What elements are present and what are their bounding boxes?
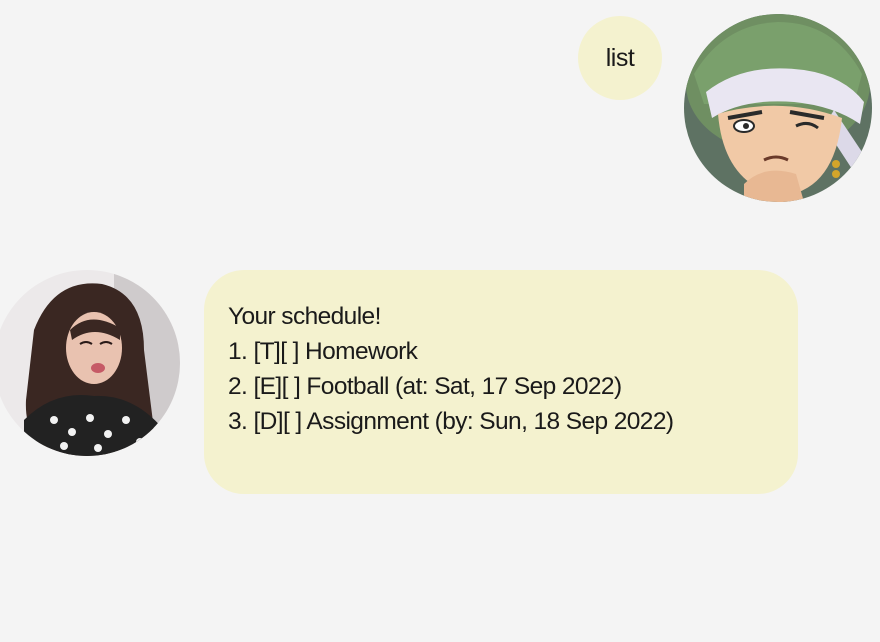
bot-message-bubble: Your schedule! 1. [T][ ] Homework 2. [E]… [204,270,798,494]
user-message-text: list [605,43,635,72]
user-message-bubble: list [578,16,662,100]
schedule-item: 1. [T][ ] Homework [228,338,418,365]
bot-avatar [0,270,180,456]
bot-avatar-image [0,270,180,456]
schedule-item: 2. [E][ ] Football (at: Sat, 17 Sep 2022… [228,373,622,400]
user-avatar [684,14,872,202]
schedule-item: 3. [D][ ] Assignment (by: Sun, 18 Sep 20… [228,408,674,435]
user-avatar-image [684,14,872,202]
chat-window: list Your schedule! 1. [T][] Homework 2… [0,0,880,642]
bot-message-heading: Your schedule! [228,303,381,330]
